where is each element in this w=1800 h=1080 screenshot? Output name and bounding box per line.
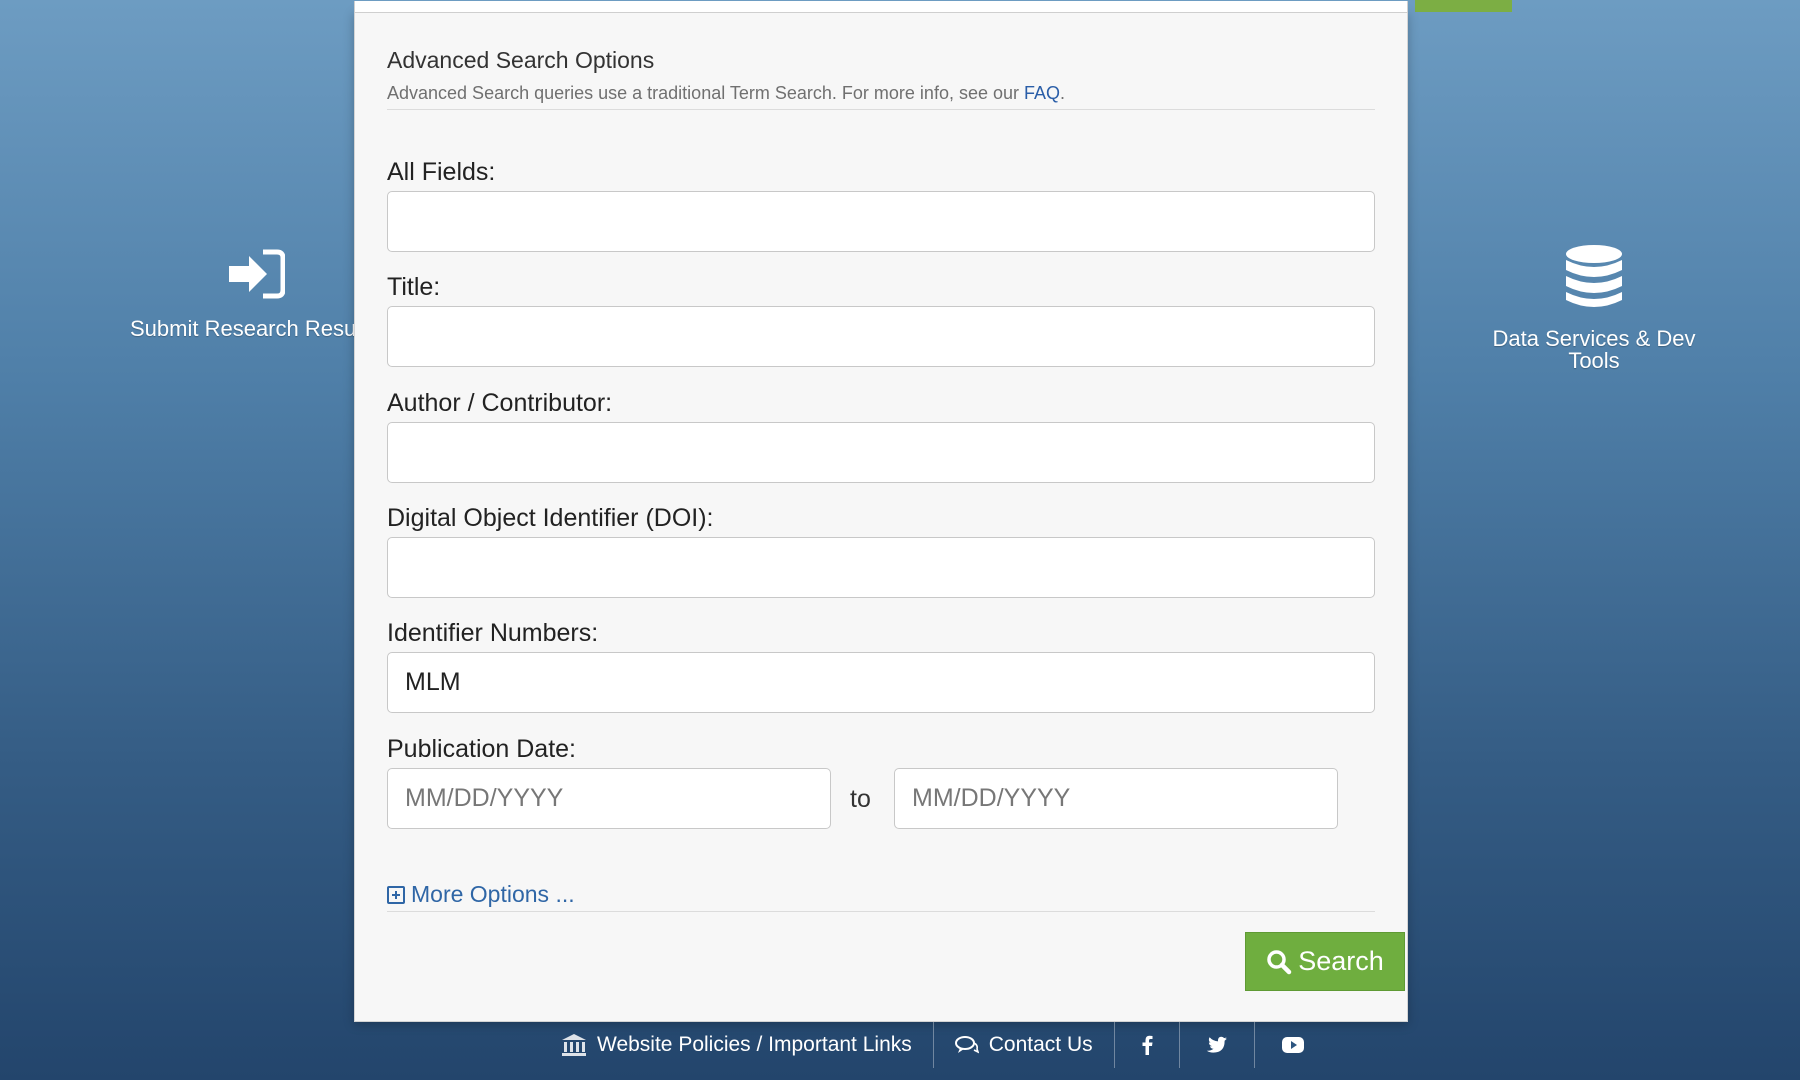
data-services-label-line2: Tools	[1568, 348, 1620, 373]
comments-icon	[954, 1036, 979, 1054]
title-label: Title:	[387, 273, 441, 301]
author-label: Author / Contributor:	[387, 389, 613, 417]
data-services-tile[interactable]: Data Services & Dev Tools	[1478, 244, 1710, 372]
facebook-icon	[1142, 1035, 1153, 1055]
all-fields-label: All Fields:	[387, 158, 496, 186]
submit-research-label: Submit Research Resu	[130, 316, 357, 341]
more-options-label: More Options ...	[411, 881, 575, 907]
search-button-label: Search	[1298, 946, 1384, 976]
title-input[interactable]	[387, 306, 1375, 367]
website-policies-label: Website Policies / Important Links	[597, 1033, 912, 1056]
website-policies-link[interactable]: Website Policies / Important Links	[540, 1022, 934, 1068]
doi-input[interactable]	[387, 537, 1375, 598]
date-range-to-label: to	[850, 785, 871, 813]
author-input[interactable]	[387, 422, 1375, 483]
database-icon	[1478, 244, 1710, 314]
plus-square-icon	[387, 885, 405, 904]
doi-label: Digital Object Identifier (DOI):	[387, 504, 714, 532]
publication-date-to-input[interactable]	[894, 768, 1338, 829]
youtube-icon	[1281, 1037, 1304, 1053]
twitter-link[interactable]	[1180, 1022, 1255, 1068]
search-bar-edge	[354, 1, 1408, 13]
faq-link[interactable]: FAQ	[1024, 83, 1060, 103]
top-green-button-edge	[1415, 0, 1512, 12]
identifier-numbers-input[interactable]	[387, 652, 1375, 713]
all-fields-input[interactable]	[387, 191, 1375, 252]
divider	[387, 911, 1375, 912]
search-button[interactable]: Search	[1245, 932, 1405, 991]
twitter-icon	[1206, 1036, 1227, 1053]
contact-us-label: Contact Us	[988, 1033, 1093, 1056]
footer: Website Policies / Important Links Conta…	[540, 1022, 1331, 1068]
advanced-search-title: Advanced Search Options	[387, 47, 655, 73]
publication-date-from-input[interactable]	[387, 768, 831, 829]
submit-research-tile[interactable]: Submit Research Resu	[130, 248, 390, 340]
advanced-search-subtitle: Advanced Search queries use a traditiona…	[387, 83, 1066, 103]
facebook-link[interactable]	[1115, 1022, 1180, 1068]
youtube-link[interactable]	[1255, 1022, 1331, 1068]
search-icon	[1267, 949, 1292, 974]
advanced-search-panel: Advanced Search Options Advanced Search …	[354, 1, 1408, 1022]
identifier-numbers-label: Identifier Numbers:	[387, 619, 599, 647]
more-options-link[interactable]: More Options ...	[387, 881, 575, 908]
institution-icon	[562, 1034, 586, 1056]
data-services-label-line1: Data Services & Dev	[1492, 326, 1696, 351]
divider	[387, 109, 1375, 110]
contact-us-link[interactable]: Contact Us	[934, 1022, 1115, 1068]
publication-date-label: Publication Date:	[387, 735, 577, 763]
